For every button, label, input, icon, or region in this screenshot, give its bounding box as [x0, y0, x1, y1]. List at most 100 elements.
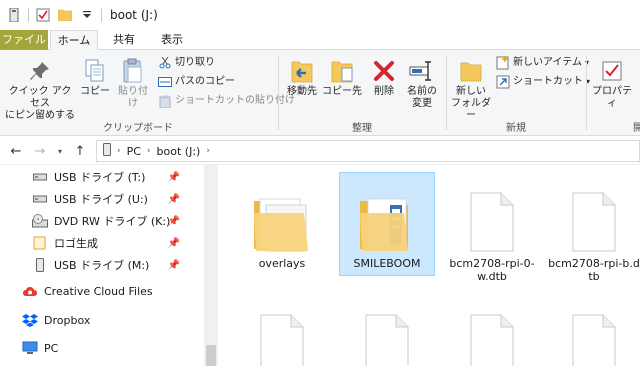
properties-button[interactable]: プロパティ: [590, 56, 634, 110]
nav-item-creative-cloud[interactable]: Creative Cloud Files: [22, 280, 202, 302]
scissors-icon: [158, 56, 172, 70]
nav-item-label: ロゴ生成: [54, 237, 98, 250]
nav-item-dropbox[interactable]: Dropbox: [22, 309, 202, 331]
file-name: SMILEBOOM: [353, 257, 421, 270]
pin-icon[interactable]: 📌: [168, 172, 180, 183]
properties-label: プロパティ: [592, 86, 632, 109]
shortcut-button[interactable]: ショートカット ▾: [496, 75, 590, 89]
usb-drive-icon: [32, 169, 48, 185]
nav-item-label: Dropbox: [44, 313, 91, 327]
move-to-icon: [282, 56, 322, 86]
chevron-right-icon[interactable]: ›: [147, 146, 151, 156]
file-icon: [546, 295, 640, 366]
rename-button[interactable]: 名前の 変更: [402, 56, 442, 110]
file-icon: [444, 295, 540, 366]
nav-item-usb-t[interactable]: USB ドライブ (T:) 📌: [32, 166, 202, 188]
back-button[interactable]: ←: [8, 143, 24, 159]
drive-icon: [103, 143, 111, 159]
nav-item-label: DVD RW ドライブ (K:): [54, 215, 171, 228]
customize-dropdown-icon[interactable]: [79, 7, 95, 23]
nav-item-label: USB ドライブ (M:): [54, 259, 150, 272]
nav-scrollbar-thumb[interactable]: [206, 345, 216, 366]
nav-item-dvd-k[interactable]: DVD RW ドライブ (K:) 📌: [32, 210, 202, 232]
move-to-button[interactable]: 移動先: [282, 56, 322, 98]
file-name: bcm2708-rpi-0-w.dtb: [449, 257, 535, 283]
cut-button[interactable]: 切り取り: [158, 56, 215, 70]
new-folder-label-line1: 新しい: [456, 86, 486, 97]
delete-button[interactable]: 削除: [366, 56, 402, 98]
move-to-label: 移動先: [287, 86, 317, 97]
file-item-dtb-b[interactable]: bcm2708-rpi-b.dtb: [546, 173, 640, 283]
copy-button[interactable]: コピー: [78, 56, 112, 98]
shortcut-label: ショートカット: [513, 76, 583, 87]
address-row: ← → ▾ ↑ › PC › boot (J:) ›: [0, 137, 640, 165]
paste-button[interactable]: 貼り付け: [114, 56, 152, 110]
tab-file[interactable]: ファイル: [0, 30, 48, 50]
ribbon: クイック アクセス にピン留めする コピー 貼り付け 切り取り パスのコピー シ…: [0, 50, 640, 136]
file-view: overlays SMILEBOOM bcm2708-rpi-0-w.dtb b…: [218, 165, 640, 366]
paste-shortcut-button[interactable]: ショートカットの貼り付け: [158, 94, 295, 108]
pin-to-quick-access-button[interactable]: クイック アクセス にピン留めする: [4, 56, 76, 122]
nav-item-label: PC: [44, 341, 59, 355]
nav-item-logo-folder[interactable]: ロゴ生成 📌: [32, 232, 202, 254]
up-button[interactable]: ↑: [72, 143, 88, 159]
nav-item-pc[interactable]: PC: [22, 337, 202, 359]
file-name: overlays: [258, 257, 306, 270]
new-folder-icon: [450, 56, 492, 86]
breadcrumb-boot[interactable]: boot (J:): [157, 145, 201, 158]
folder-icon: [32, 235, 48, 251]
pin-icon[interactable]: 📌: [168, 216, 180, 227]
forward-button[interactable]: →: [32, 143, 48, 159]
nav-item-usb-u[interactable]: USB ドライブ (U:) 📌: [32, 188, 202, 210]
copy-to-button[interactable]: コピー先: [322, 56, 362, 98]
recent-locations-chevron-icon[interactable]: ▾: [52, 143, 68, 159]
address-bar[interactable]: › PC › boot (J:) ›: [96, 140, 640, 162]
rename-icon: [402, 56, 442, 86]
creative-cloud-icon: [22, 283, 38, 299]
tab-home[interactable]: ホーム: [50, 30, 98, 51]
folder-icon: [234, 173, 330, 253]
file-name: bcm2708-rpi-b.dtb: [548, 257, 640, 283]
copy-path-label: パスのコピー: [175, 76, 235, 87]
drive-icon[interactable]: [6, 7, 22, 23]
rename-label-line2: 変更: [412, 98, 432, 109]
properties-icon[interactable]: [35, 7, 51, 23]
clipboard-group-label: クリップボード: [103, 123, 173, 134]
chevron-right-icon[interactable]: ›: [206, 146, 210, 156]
tab-share[interactable]: 共有: [104, 30, 144, 50]
tab-view[interactable]: 表示: [152, 30, 192, 50]
nav-item-usb-m[interactable]: USB ドライブ (M:) 📌: [32, 254, 202, 276]
file-item-overlays[interactable]: overlays: [234, 173, 330, 270]
copy-label: コピー: [80, 86, 110, 97]
pin-icon[interactable]: 📌: [168, 260, 180, 271]
shortcut-icon: [496, 75, 510, 89]
delete-icon: [366, 56, 402, 86]
breadcrumb-pc[interactable]: PC: [127, 145, 141, 158]
rename-label-line1: 名前の: [407, 86, 437, 97]
new-item-button[interactable]: 新しいアイテム ▾: [496, 56, 589, 70]
new-item-label: 新しいアイテム: [513, 57, 582, 68]
delete-label: 削除: [374, 86, 394, 97]
pin-icon[interactable]: 📌: [168, 194, 180, 205]
pin-label-line1: クイック アクセス: [8, 86, 72, 109]
paste-icon: [114, 56, 152, 86]
copy-to-label: コピー先: [322, 86, 362, 97]
dropbox-icon: [22, 312, 38, 328]
copy-path-icon: [158, 75, 172, 89]
chevron-right-icon[interactable]: ›: [117, 146, 121, 156]
file-item[interactable]: [546, 295, 640, 366]
file-item[interactable]: [234, 295, 330, 366]
file-icon: [234, 295, 330, 366]
paste-shortcut-icon: [158, 94, 172, 108]
new-folder-icon[interactable]: [57, 7, 73, 23]
pin-icon[interactable]: 📌: [168, 238, 180, 249]
file-item[interactable]: [339, 295, 435, 366]
file-item-smileboom[interactable]: SMILEBOOM: [339, 172, 435, 276]
properties-icon: [590, 56, 634, 86]
copy-path-button[interactable]: パスのコピー: [158, 75, 235, 89]
file-item[interactable]: [444, 295, 540, 366]
new-folder-button[interactable]: 新しい フォルダー: [450, 56, 492, 122]
ribbon-tabs: ファイル ホーム 共有 表示: [0, 30, 640, 51]
file-item-dtb-0w[interactable]: bcm2708-rpi-0-w.dtb: [444, 173, 540, 283]
nav-scrollbar[interactable]: [204, 165, 218, 366]
